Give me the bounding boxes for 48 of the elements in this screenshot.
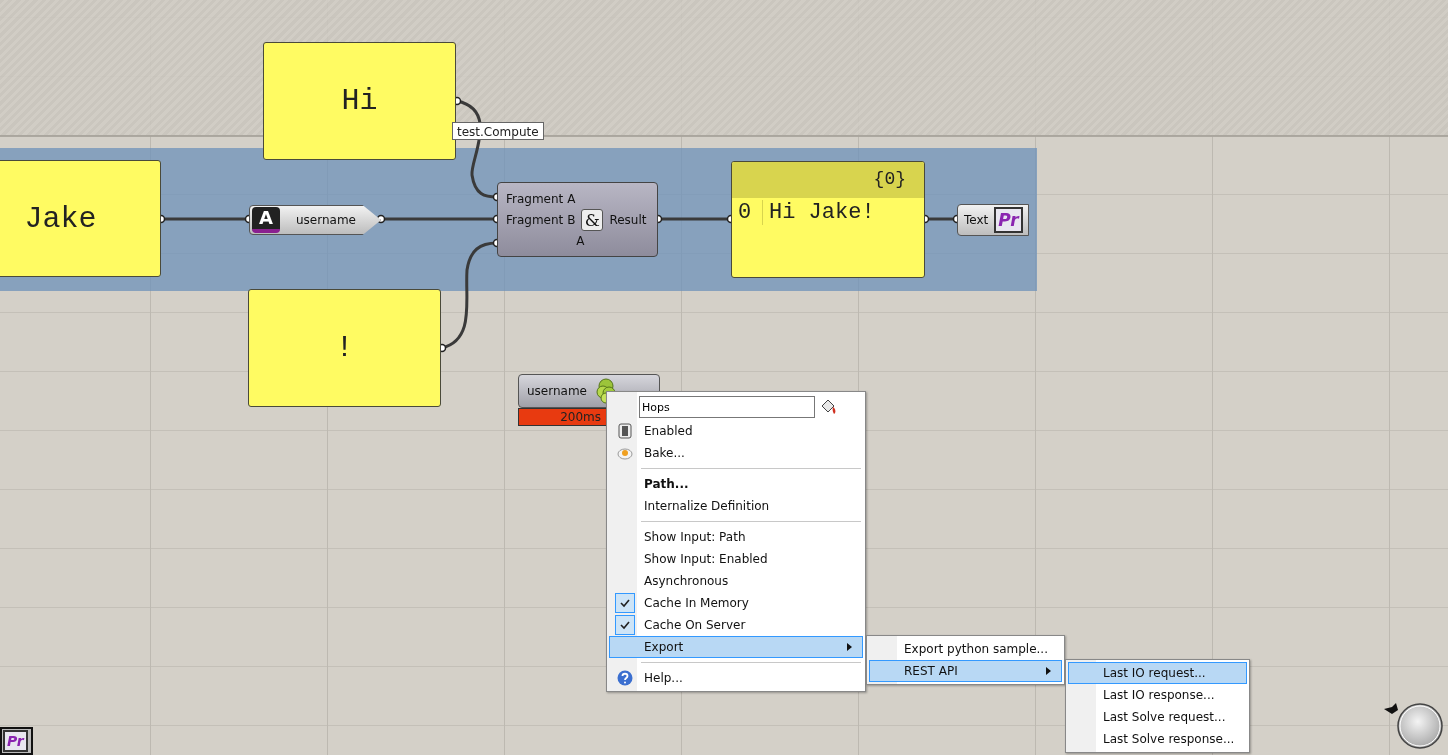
node-label: username [296, 213, 356, 227]
menu-item[interactable]: Internalize Definition [609, 495, 863, 517]
egg-icon [617, 446, 633, 460]
menu-item[interactable]: Enabled [609, 420, 863, 442]
text-panel[interactable]: Jake [0, 160, 161, 277]
navigation-widget-icon[interactable] [1382, 701, 1444, 751]
text-panel[interactable]: ! [248, 289, 441, 407]
text-panel[interactable]: Hi [263, 42, 456, 160]
toggle-icon [618, 423, 632, 439]
menu-item[interactable]: Export [609, 636, 863, 658]
menu-item[interactable]: Bake... [609, 442, 863, 464]
menu-item[interactable]: Cache On Server [609, 614, 863, 636]
menu-item[interactable]: Show Input: Path [609, 526, 863, 548]
submenu-arrow-icon [847, 643, 852, 651]
data-path: {0} [873, 169, 906, 189]
component-node[interactable]: Fragment A Fragment B A & Result [497, 182, 658, 257]
output-panel[interactable]: {0} 0 Hi Jake! [731, 161, 925, 278]
item-index: 0 [732, 200, 763, 225]
menu-item[interactable]: Show Input: Enabled [609, 548, 863, 570]
node-label: Text [964, 213, 989, 227]
text-param-icon: Pr [994, 207, 1023, 233]
menu-item[interactable]: Help... [609, 667, 863, 689]
menu-item[interactable]: Last Solve response... [1068, 728, 1247, 750]
toolbar-button[interactable]: Pr [0, 727, 33, 755]
menu-item[interactable]: REST API [869, 660, 1062, 682]
submenu-arrow-icon [1046, 667, 1051, 675]
menu-item[interactable]: Export python sample... [869, 638, 1062, 660]
input-label: Fragment B [506, 212, 576, 227]
menu-item[interactable]: Cache In Memory [609, 592, 863, 614]
menu-item[interactable]: Asynchronous [609, 570, 863, 592]
input-label: A [576, 233, 585, 248]
menu-item[interactable]: Last Solve request... [1068, 706, 1247, 728]
paint-bucket-icon[interactable] [819, 398, 837, 416]
input-label: username [527, 384, 587, 398]
tooltip: test.Compute [452, 122, 544, 140]
help-icon [617, 670, 633, 686]
name-field[interactable]: Hops [639, 396, 815, 418]
input-label: Fragment A [506, 191, 576, 206]
panel-value: Hi Jake! [768, 200, 875, 225]
parameter-node[interactable]: Text Pr [957, 204, 1029, 236]
parameter-node[interactable]: A username [249, 205, 381, 235]
menu-item[interactable]: Last IO request... [1068, 662, 1247, 684]
menu-item[interactable]: Path... [609, 473, 863, 495]
text-param-icon: A [252, 207, 280, 233]
timing-label: 200ms [560, 410, 601, 424]
output-label: Result [609, 212, 647, 227]
concatenate-icon: & [581, 208, 604, 231]
menu-item[interactable]: Last IO response... [1068, 684, 1247, 706]
